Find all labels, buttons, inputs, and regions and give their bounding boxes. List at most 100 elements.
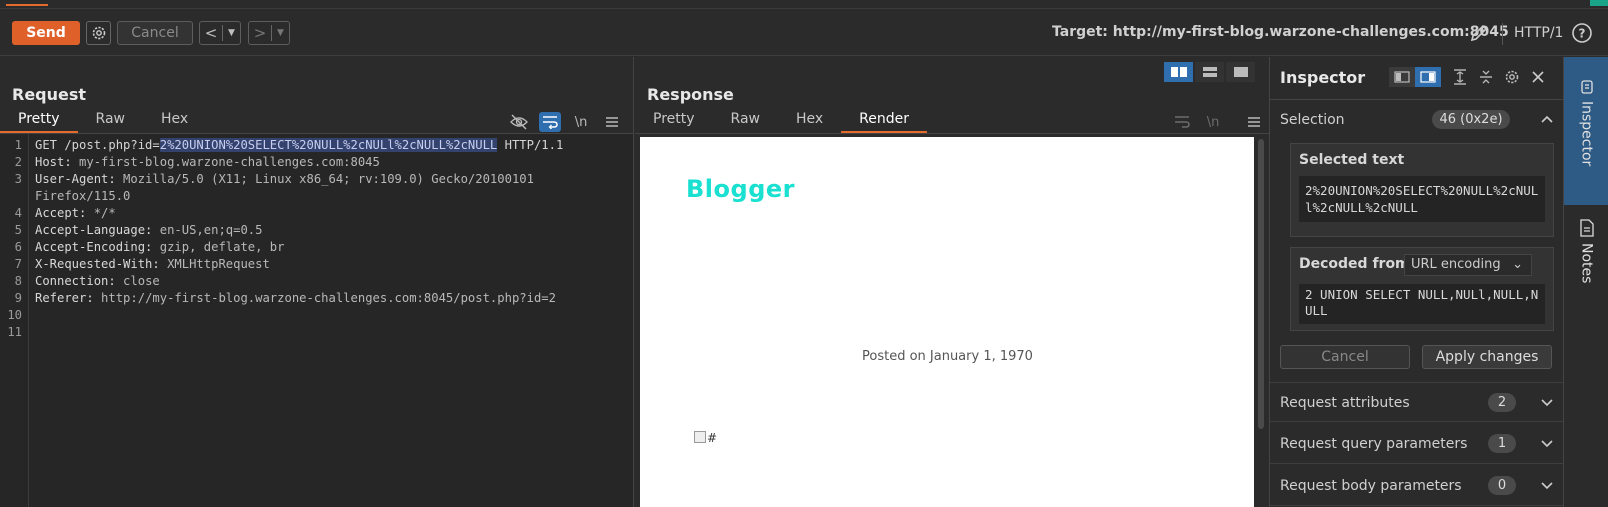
broken-image-icon [694,431,706,443]
chevron-down-icon[interactable]: ▼ [271,25,289,41]
response-editor-tools: \n [1162,112,1224,132]
section-count-badge: 0 [1488,476,1516,495]
scrollbar-thumb[interactable] [1258,139,1264,429]
sidetab-inspector[interactable]: Inspector [1564,57,1608,205]
edit-target-button[interactable] [1468,22,1490,48]
layout-stacked-button[interactable] [1195,62,1224,82]
section-label: Request body parameters [1280,478,1462,494]
inspector-settings-button[interactable] [1499,67,1525,87]
tab-response-raw[interactable]: Raw [713,109,778,133]
header-key: Referer: [35,291,94,305]
section-count-badge: 1 [1488,434,1516,453]
response-scrollbar[interactable] [1257,137,1265,507]
hide-nonprintable-button[interactable] [508,112,530,132]
line-number: 10 [7,308,22,322]
decoded-text-value[interactable]: 2 UNION SELECT NULL,NULl,NULL,NULL [1299,284,1545,324]
request-attributes-section[interactable]: Request attributes 2 [1270,382,1564,422]
selected-text-box: Selected text 2%20UNION%20SELECT%20NULL%… [1290,143,1554,237]
apply-changes-button[interactable]: Apply changes [1422,345,1552,369]
word-wrap-toggle[interactable] [539,112,561,132]
broken-image: # [694,431,717,445]
header-value: XMLHttpRequest [159,257,270,271]
help-icon: ? [1572,23,1592,43]
wrap-icon [543,116,558,129]
header-value: http://my-first-blog.warzone-challenges.… [93,291,556,305]
line-number: 8 [14,274,22,288]
close-icon [1532,71,1544,83]
request-line-protocol: HTTP/1.1 [497,138,564,152]
expand-icon [1454,69,1466,85]
decoded-from-label: Decoded from: [1299,256,1416,272]
request-menu-button[interactable] [601,112,623,132]
chevron-down-icon[interactable]: ▼ [222,25,240,41]
header-key: Accept: [35,206,87,220]
header-value: close [115,274,160,288]
line-number: 11 [7,325,22,339]
broken-image-alt: # [707,431,718,445]
history-forward-button[interactable]: > ▼ [248,21,290,45]
inspector-tools [1389,67,1551,87]
pencil-icon [1470,24,1488,42]
tab-response-hex[interactable]: Hex [778,109,841,133]
selected-text-value[interactable]: 2%20UNION%20SELECT%20NULL%2cNULl%2cNULL%… [1299,176,1545,222]
line-number-gutter: 1 2 3 4 5 6 7 8 9 10 11 [0,134,29,507]
tab-request-raw[interactable]: Raw [78,109,143,133]
request-editor-tools: \n [499,112,623,132]
window-top-strip [0,0,1608,9]
selection-section-header[interactable]: Selection 46 (0x2e) [1270,100,1564,140]
tab-response-render[interactable]: Render [841,109,928,133]
layout-switcher [1164,62,1257,82]
tab-response-pretty[interactable]: Pretty [635,109,713,133]
send-button[interactable]: Send [12,21,80,45]
newline-toggle[interactable]: \n [570,112,592,132]
inspector-layout-left-button[interactable] [1389,67,1415,87]
line-number: 5 [14,223,22,237]
close-inspector-button[interactable] [1525,67,1551,87]
header-line: Accept-Encoding: gzip, deflate, br [35,240,284,254]
decoding-select[interactable]: URL encoding ⌄ [1404,254,1532,276]
active-tab-indicator [6,0,48,6]
toolbar-divider [1502,23,1503,45]
header-line: Accept: */* [35,206,116,220]
chevron-down-icon [1541,482,1553,490]
cancel-request-button[interactable]: Cancel [117,21,193,45]
request-title: Request [12,85,87,104]
sidetab-notes[interactable]: Notes [1564,219,1608,319]
chevron-down-icon [1541,399,1553,407]
selection-length-badge: 46 (0x2e) [1432,110,1510,129]
line-number: 9 [14,291,22,305]
response-menu-button[interactable] [1243,112,1265,132]
sidetab-inspector-label: Inspector [1578,101,1595,167]
request-editor[interactable]: 1 2 3 4 5 6 7 8 9 10 11 GET /post.php?id… [0,134,633,507]
header-key: User-Agent: [35,172,116,186]
single-pane-icon [1233,67,1248,77]
http-version-toggle[interactable]: HTTP/1 [1514,25,1563,41]
selected-query-value[interactable]: 2%20UNION%20SELECT%20NULL%2cNULl%2cNULL%… [159,138,498,152]
layout-tabs-button[interactable] [1226,62,1255,82]
layout-side-by-side-button[interactable] [1164,62,1193,82]
response-newline-toggle[interactable]: \n [1202,112,1224,132]
chevron-left-icon: < [204,24,218,42]
expand-all-button[interactable] [1447,67,1473,87]
request-body-parameters-section[interactable]: Request body parameters 0 [1270,466,1564,506]
inspector-layout-right-button[interactable] [1415,67,1441,87]
chevron-down-icon: ⌄ [1512,257,1523,272]
header-value: Mozilla/5.0 (X11; Linux x86_64; rv:109.0… [115,172,534,186]
response-wrap-toggle[interactable] [1171,112,1193,132]
help-button[interactable]: ? [1571,22,1593,48]
tab-request-pretty[interactable]: Pretty [0,109,78,133]
header-line: Connection: close [35,274,160,288]
svg-text:?: ? [1579,27,1586,41]
chevron-down-icon [1541,440,1553,448]
settings-button[interactable] [86,21,111,45]
rendered-response[interactable]: Blogger Posted on January 1, 1970 # [640,137,1254,507]
collapse-all-button[interactable] [1473,67,1499,87]
status-indicator [1590,0,1608,6]
collapse-icon [1480,70,1492,84]
line-number: 4 [14,206,22,220]
request-query-parameters-section[interactable]: Request query parameters 1 [1270,424,1564,464]
inspector-cancel-button[interactable]: Cancel [1280,345,1410,369]
history-back-button[interactable]: < ▼ [199,21,241,45]
post-date: Posted on January 1, 1970 [862,349,1033,364]
tab-request-hex[interactable]: Hex [143,109,206,133]
